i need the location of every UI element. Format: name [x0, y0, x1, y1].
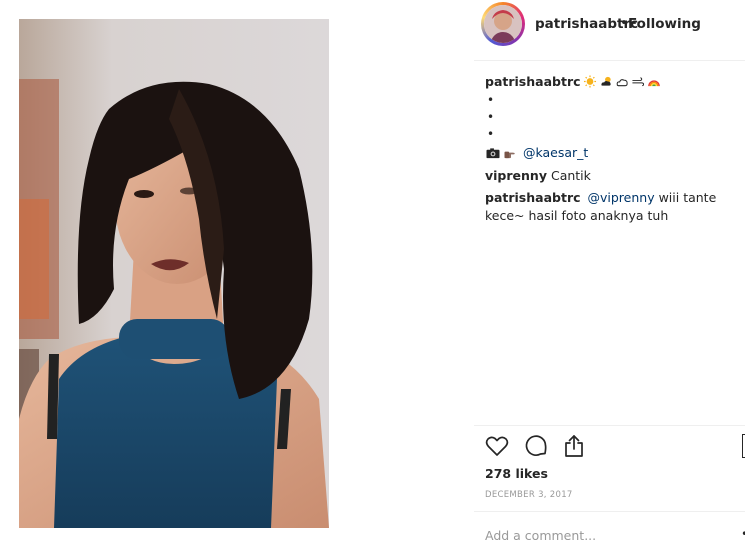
pointing-hand-icon	[503, 147, 519, 160]
heart-icon[interactable]	[484, 433, 510, 459]
wind-icon	[631, 75, 645, 88]
cloud-icon	[615, 75, 629, 88]
comment-item: viprenny Cantik	[485, 167, 743, 185]
story-ring[interactable]	[481, 2, 525, 46]
action-bar	[484, 433, 734, 459]
caption-bullet: •	[487, 110, 495, 124]
divider	[474, 60, 745, 61]
header-separator: •	[620, 15, 628, 31]
comment-username[interactable]: patrishaabtrc	[485, 190, 581, 205]
comment-item: patrishaabtrc @viprenny wiii tante kece~…	[485, 189, 743, 225]
caption-username[interactable]: patrishaabtrc	[485, 73, 581, 91]
divider	[474, 511, 745, 512]
post-photo[interactable]	[19, 19, 329, 528]
sun-icon	[583, 75, 597, 88]
caption-line: patrishaabtrc	[485, 72, 743, 91]
post-header: patrishaabtrc • Following	[474, 0, 745, 54]
likes-count[interactable]: 278 likes	[485, 466, 548, 481]
comment-text: Cantik	[550, 168, 591, 183]
more-options[interactable]: •	[741, 527, 745, 541]
avatar-image	[484, 5, 522, 43]
following-button[interactable]: Following	[628, 16, 701, 32]
camera-icon	[485, 147, 501, 160]
sun-behind-cloud-icon	[599, 75, 613, 88]
rainbow-icon	[647, 75, 661, 88]
comments-section: patrishaabtrc • • • @kaesar_t viprenny C…	[485, 72, 743, 225]
post-panel: patrishaabtrc • Following patrishaabtrc …	[474, 0, 745, 543]
caption-bullet: •	[487, 93, 495, 107]
avatar[interactable]	[484, 5, 522, 43]
comment-icon[interactable]	[523, 433, 549, 459]
comment-mention[interactable]: @viprenny	[588, 190, 655, 205]
photo-credit: @kaesar_t	[485, 143, 743, 163]
share-icon[interactable]	[561, 433, 587, 459]
caption-bullet: •	[487, 127, 495, 141]
post-date: DECEMBER 3, 2017	[485, 490, 573, 500]
divider	[474, 425, 745, 426]
credit-mention[interactable]: @kaesar_t	[523, 144, 588, 162]
comment-username[interactable]: viprenny	[485, 168, 547, 183]
portrait-image	[19, 19, 329, 528]
